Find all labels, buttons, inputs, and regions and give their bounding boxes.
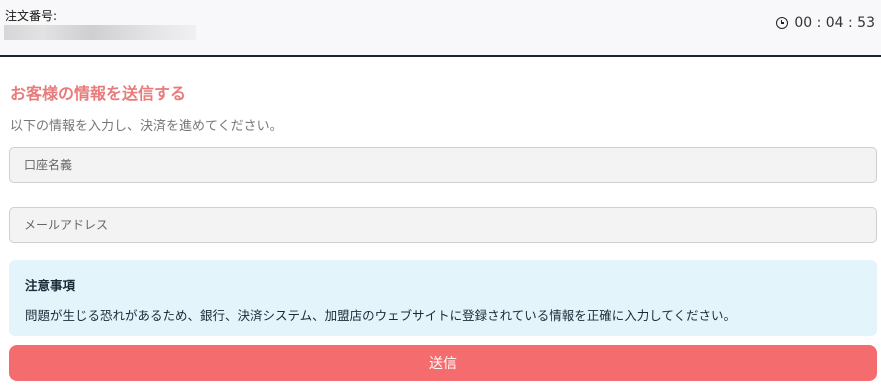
submit-button[interactable]: 送信: [9, 345, 877, 381]
notice-text: 問題が生じる恐れがあるため、銀行、決済システム、加盟店のウェブサイトに登録されて…: [25, 308, 737, 323]
form-subtitle: 以下の情報を入力し、決済を進めてください。: [10, 119, 283, 134]
countdown-timer: 00 : 04 : 53: [776, 15, 875, 31]
order-number-value-redacted: [4, 25, 196, 40]
order-header: 注文番号: 00 : 04 : 53: [0, 0, 881, 57]
order-number-label: 注文番号:: [5, 9, 58, 23]
timer-text: 00 : 04 : 53: [794, 15, 875, 31]
notice-title: 注意事項: [25, 278, 76, 293]
form-title: お客様の情報を送信する: [10, 84, 187, 103]
notice-box: 注意事項 問題が生じる恐れがあるため、銀行、決済システム、加盟店のウェブサイトに…: [9, 260, 877, 336]
email-input[interactable]: [9, 207, 877, 243]
clock-icon: [776, 17, 789, 29]
account-name-input[interactable]: [9, 147, 877, 183]
